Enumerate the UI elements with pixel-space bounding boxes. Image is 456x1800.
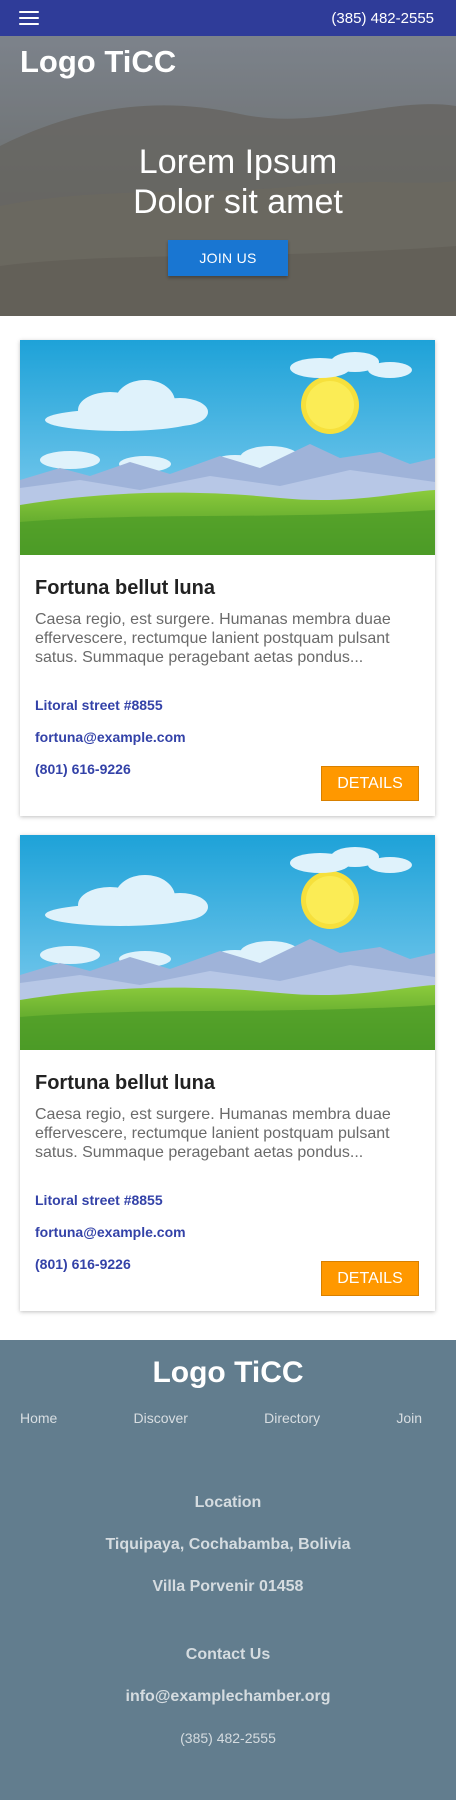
top-bar: (385) 482-2555 — [0, 0, 456, 36]
details-button[interactable]: DETAILS — [321, 1261, 419, 1296]
location-line1: Tiquipaya, Cochabamba, Bolivia — [105, 1536, 351, 1553]
location-line2: Villa Porvenir 01458 — [152, 1578, 304, 1595]
hero-title-line1: Lorem Ipsum — [138, 143, 338, 181]
landscape-image — [20, 835, 435, 1050]
contact-heading: Contact Us — [185, 1646, 271, 1663]
footer-nav-join[interactable]: Join — [396, 1410, 422, 1426]
hero-title: Lorem Ipsum Dolor sit amet — [0, 142, 456, 222]
listing-card: Fortuna bellut luna Caesa regio, est sur… — [20, 835, 435, 1311]
footer-nav-home[interactable]: Home — [20, 1410, 57, 1426]
footer-logo[interactable]: Logo TiCC — [0, 1356, 456, 1396]
card-address-link[interactable]: Litoral street #8855 — [35, 1191, 419, 1223]
location-heading: Location — [194, 1494, 262, 1511]
hero-logo[interactable]: Logo TiCC — [20, 44, 176, 80]
footer-nav: Home Discover Directory Join — [0, 1410, 456, 1426]
listing-card: Fortuna bellut luna Caesa regio, est sur… — [20, 340, 435, 816]
details-button[interactable]: DETAILS — [321, 766, 419, 801]
card-address-link[interactable]: Litoral street #8855 — [35, 696, 419, 728]
card-description: Caesa regio, est surgere. Humanas membra… — [35, 1106, 391, 1161]
card-title: Fortuna bellut luna — [35, 577, 215, 599]
card-email-link[interactable]: fortuna@example.com — [35, 1223, 419, 1255]
contact-email[interactable]: info@examplechamber.org — [0, 1688, 456, 1706]
contact-phone[interactable]: (385) 482-2555 — [0, 1730, 456, 1746]
card-description: Caesa regio, est surgere. Humanas membra… — [35, 611, 391, 666]
hamburger-menu-icon[interactable] — [19, 11, 39, 25]
card-email-link[interactable]: fortuna@example.com — [35, 728, 419, 760]
join-us-button[interactable]: JOIN US — [168, 240, 288, 276]
footer-nav-discover[interactable]: Discover — [134, 1410, 188, 1426]
footer: Logo TiCC Home Discover Directory Join L… — [0, 1340, 456, 1800]
landscape-image — [20, 340, 435, 555]
footer-nav-directory[interactable]: Directory — [264, 1410, 320, 1426]
header-phone[interactable]: (385) 482-2555 — [331, 10, 434, 27]
hero-title-line2: Dolor sit amet — [133, 183, 343, 221]
card-title: Fortuna bellut luna — [35, 1072, 215, 1094]
hero-banner: Logo TiCC Lorem Ipsum Dolor sit amet JOI… — [0, 36, 456, 316]
